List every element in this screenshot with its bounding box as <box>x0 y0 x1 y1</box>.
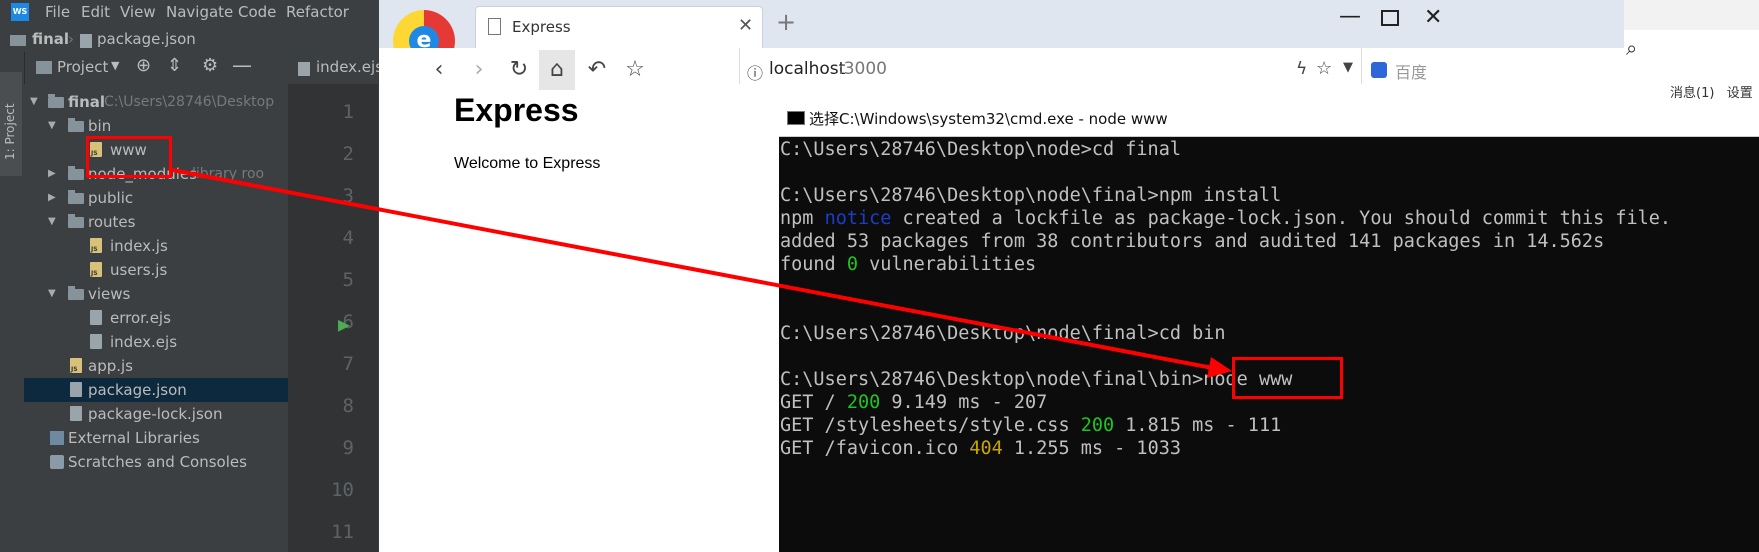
annotation-arrow-line <box>171 168 1219 371</box>
annotation-arrow <box>171 168 1232 378</box>
annotation-arrowhead <box>1207 357 1232 378</box>
